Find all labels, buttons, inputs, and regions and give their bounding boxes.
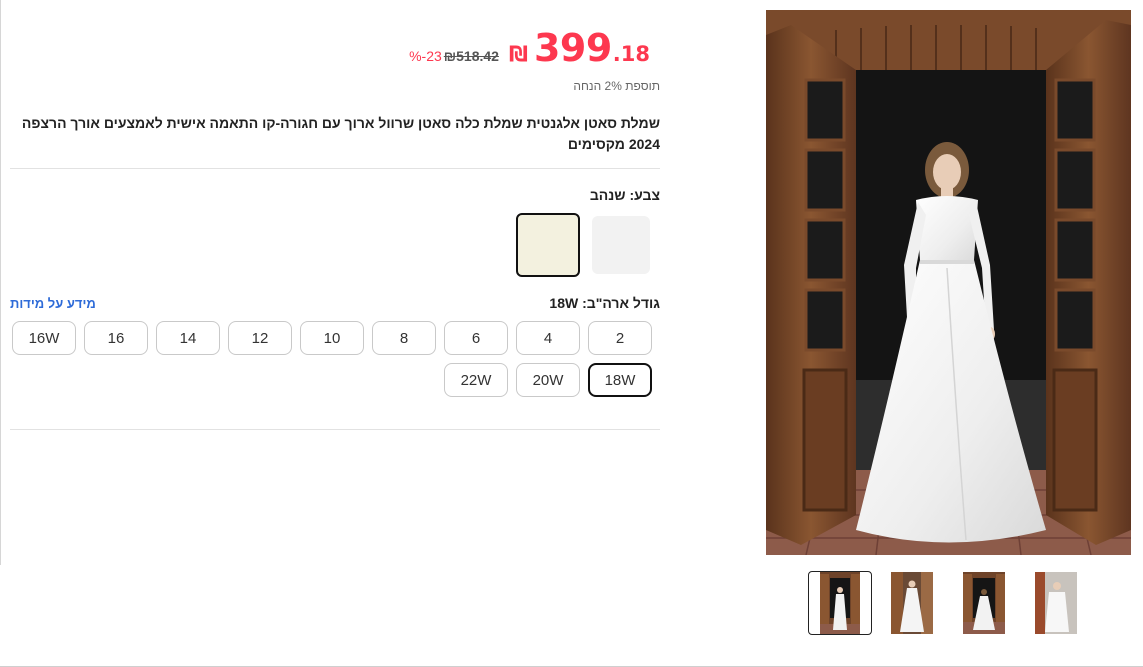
current-price: ₪ 399 .18 bbox=[509, 26, 650, 70]
original-price-value: 518.42 bbox=[456, 48, 499, 64]
thumbnail-image bbox=[891, 572, 933, 634]
thumbnail-4[interactable] bbox=[1024, 571, 1088, 635]
original-price-currency: ₪ bbox=[443, 48, 457, 64]
color-swatch-white[interactable] bbox=[592, 216, 650, 274]
original-price: ₪518.42 bbox=[444, 48, 499, 64]
size-option-18w[interactable]: 18W bbox=[588, 363, 652, 397]
size-option-6[interactable]: 6 bbox=[444, 321, 508, 355]
panel-edge bbox=[0, 0, 1, 565]
product-title: שמלת סאטן אלגנטית שמלת כלה סאטן שרוול אר… bbox=[21, 115, 660, 152]
main-product-image[interactable] bbox=[766, 10, 1131, 555]
divider bbox=[10, 429, 660, 430]
thumbnail-strip bbox=[808, 571, 1084, 637]
size-option-12[interactable]: 12 bbox=[228, 321, 292, 355]
size-option-16[interactable]: 16 bbox=[84, 321, 148, 355]
size-option-16w[interactable]: 16W bbox=[12, 321, 76, 355]
divider bbox=[10, 168, 660, 169]
size-label: גודל ארה"ב: 18W bbox=[549, 295, 660, 311]
thumbnail-image bbox=[963, 572, 1005, 634]
thumbnail-image bbox=[820, 572, 860, 634]
bonus-discount-text: תוספת 2% הנחה bbox=[573, 79, 660, 93]
price-decimal: .18 bbox=[612, 42, 650, 66]
discount-percent: -23 bbox=[421, 48, 442, 64]
size-option-8[interactable]: 8 bbox=[372, 321, 436, 355]
color-label: צבע: שנהב bbox=[589, 187, 660, 203]
thumbnail-image bbox=[1035, 572, 1077, 634]
price-integer: 399 bbox=[533, 26, 612, 70]
size-option-14[interactable]: 14 bbox=[156, 321, 220, 355]
price-currency: ₪ bbox=[508, 42, 528, 66]
discount-unit: % bbox=[409, 48, 422, 64]
color-swatch-ivory[interactable] bbox=[516, 213, 580, 277]
thumbnail-3[interactable] bbox=[952, 571, 1016, 635]
size-option-20w[interactable]: 20W bbox=[516, 363, 580, 397]
size-info-link[interactable]: מידע על מידות bbox=[10, 296, 96, 311]
thumbnail-2[interactable] bbox=[880, 571, 944, 635]
original-price-block: % -23 ₪518.42 bbox=[409, 48, 499, 64]
dress-photo bbox=[766, 10, 1131, 555]
size-option-22w[interactable]: 22W bbox=[444, 363, 508, 397]
size-option-4[interactable]: 4 bbox=[516, 321, 580, 355]
price-row: ₪ 399 .18 % -23 ₪518.42 bbox=[409, 26, 650, 70]
size-option-2[interactable]: 2 bbox=[588, 321, 652, 355]
thumbnail-1[interactable] bbox=[808, 571, 872, 635]
size-option-10[interactable]: 10 bbox=[300, 321, 364, 355]
